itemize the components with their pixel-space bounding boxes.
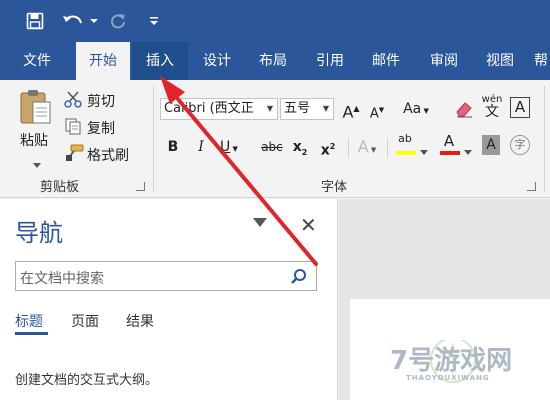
- close-icon[interactable]: ✕: [300, 213, 317, 237]
- chevron-down-icon[interactable]: [420, 141, 428, 155]
- underline-icon: U: [220, 139, 231, 155]
- font-name-combo[interactable]: Calibri (西文正 ▼: [160, 98, 278, 120]
- italic-button[interactable]: I: [192, 136, 210, 158]
- ribbon-tab-bar: 文件 开始 插入 设计 布局 引用 邮件 审阅 视图 帮: [0, 42, 550, 80]
- font-size-value: 五号: [284, 101, 311, 116]
- text-effects-button[interactable]: A ▼: [354, 136, 380, 158]
- navigation-pane: 导航 ✕ 在文档中搜索 标题 页面 结果 创建文档的交互式大纲。: [0, 199, 338, 400]
- subscript-button[interactable]: x2: [290, 136, 310, 158]
- copy-icon[interactable]: [64, 117, 82, 135]
- chevron-down-icon[interactable]: ▼: [319, 99, 333, 119]
- superscript-button[interactable]: x2: [318, 136, 338, 159]
- group-separator: [153, 86, 154, 192]
- tab-help[interactable]: 帮: [530, 42, 550, 80]
- tab-headings[interactable]: 标题: [15, 311, 43, 331]
- format-painter-icon[interactable]: [64, 144, 84, 162]
- change-case-icon: Aa: [403, 101, 422, 117]
- clear-formatting-icon[interactable]: [454, 100, 474, 118]
- grow-font-icon: A: [342, 102, 354, 122]
- tab-pages[interactable]: 页面: [71, 311, 99, 331]
- underline-button[interactable]: U ▼: [220, 136, 248, 158]
- watermark-brand: 7号游戏网: [390, 346, 513, 376]
- chevron-down-icon[interactable]: ▼: [263, 99, 277, 119]
- group-separator: [387, 138, 388, 158]
- tab-design[interactable]: 设计: [190, 42, 244, 80]
- search-document-input[interactable]: 在文档中搜索: [15, 261, 317, 291]
- tab-home[interactable]: 开始: [76, 42, 130, 80]
- highlight-icon: ab: [398, 132, 412, 145]
- navigation-description: 创建文档的交互式大纲。: [15, 373, 159, 388]
- clipboard-dialog-launcher-icon[interactable]: [136, 182, 145, 191]
- cut-icon[interactable]: [64, 90, 82, 108]
- char-border-icon: A: [514, 98, 526, 116]
- font-name-value: Calibri (西文正: [164, 101, 254, 116]
- tab-results[interactable]: 结果: [126, 311, 154, 331]
- highlight-color-swatch: [396, 151, 416, 155]
- quick-access-toolbar: [0, 0, 550, 42]
- font-group-label: 字体: [321, 180, 348, 195]
- customize-qat-icon[interactable]: [143, 8, 165, 34]
- search-icon[interactable]: [290, 268, 308, 286]
- font-size-combo[interactable]: 五号 ▼: [280, 98, 334, 120]
- ribbon-home: 粘贴 剪切 复制 格式刷 剪贴板 Calibri (西文正 ▼ 五号 ▼ A▲ …: [0, 80, 550, 198]
- group-separator: [544, 86, 545, 192]
- pane-options-icon[interactable]: [253, 217, 267, 231]
- tab-references[interactable]: 引用: [303, 42, 357, 80]
- font-color-icon: A: [443, 132, 455, 150]
- search-placeholder: 在文档中搜索: [20, 271, 104, 287]
- save-icon[interactable]: [22, 8, 48, 34]
- site-watermark-logo: 7号游戏网 THAOYOUXIWANG: [388, 340, 518, 390]
- shrink-font-icon: A: [369, 106, 379, 122]
- font-color-swatch: [440, 151, 460, 155]
- clipboard-group-label: 剪贴板: [40, 180, 80, 195]
- paste-label[interactable]: 粘贴: [20, 130, 48, 150]
- strikethrough-button[interactable]: abc: [258, 136, 286, 158]
- superscript-icon: x: [320, 142, 330, 159]
- chevron-down-icon[interactable]: [464, 141, 472, 155]
- undo-icon[interactable]: [60, 8, 100, 34]
- font-color-button[interactable]: A: [438, 132, 460, 152]
- tab-review[interactable]: 审阅: [417, 42, 471, 80]
- watermark-subtext: THAOYOUXIWANG: [406, 374, 490, 382]
- word-window: 文件 开始 插入 设计 布局 引用 邮件 审阅 视图 帮 粘贴 剪切 复制 格式…: [0, 0, 550, 400]
- tab-insert[interactable]: 插入: [132, 42, 188, 80]
- bold-button[interactable]: B: [164, 136, 182, 158]
- char-border-button[interactable]: A: [510, 97, 530, 118]
- font-dialog-launcher-icon[interactable]: [527, 182, 536, 191]
- format-painter-label[interactable]: 格式刷: [87, 145, 129, 165]
- enclose-characters-button[interactable]: 字: [510, 135, 530, 155]
- tab-view[interactable]: 视图: [473, 42, 527, 80]
- tab-mailings[interactable]: 邮件: [359, 42, 413, 80]
- char-shading-button[interactable]: A: [482, 135, 500, 155]
- subscript-icon: x: [292, 139, 302, 155]
- paste-icon[interactable]: [18, 88, 52, 126]
- cut-label[interactable]: 剪切: [87, 91, 115, 111]
- navigation-pane-title: 导航: [15, 219, 63, 247]
- group-separator: [348, 138, 349, 158]
- change-case-button[interactable]: Aa ▼: [402, 98, 430, 120]
- paste-dropdown-icon[interactable]: [33, 154, 41, 168]
- text-effects-icon: A: [357, 137, 369, 156]
- shrink-font-button[interactable]: A▼: [368, 99, 386, 121]
- redo-icon[interactable]: [105, 8, 131, 34]
- tab-layout[interactable]: 布局: [246, 42, 300, 80]
- tab-file[interactable]: 文件: [10, 42, 64, 80]
- phonetic-guide-button[interactable]: wén 文: [481, 94, 503, 122]
- copy-label[interactable]: 复制: [87, 118, 115, 138]
- grow-font-button[interactable]: A▲: [342, 98, 360, 122]
- highlight-button[interactable]: ab: [394, 132, 416, 152]
- active-tab-underline: [15, 332, 48, 335]
